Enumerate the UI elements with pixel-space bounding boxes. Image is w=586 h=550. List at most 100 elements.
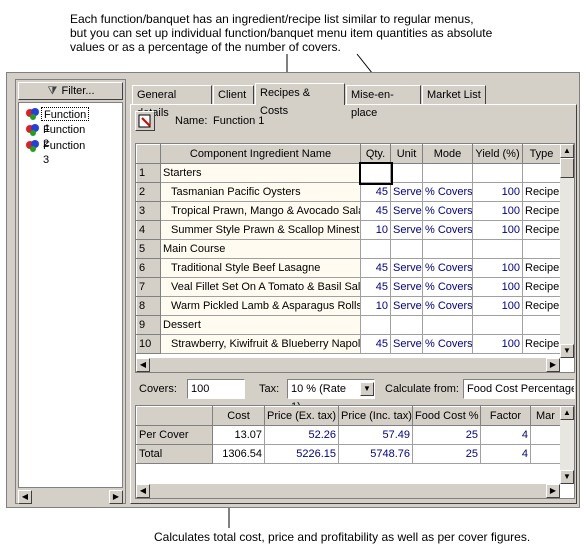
- ingredient-row[interactable]: 7 Veal Fillet Set On A Tomato & Basil Sal…: [136, 277, 561, 297]
- food-cost-cell[interactable]: 25: [412, 425, 481, 445]
- calculate-from-select[interactable]: Food Cost Percentage: [463, 379, 575, 399]
- unit-cell[interactable]: Serve: [390, 182, 423, 202]
- costs-horizontal-scrollbar[interactable]: ◀ ▶: [136, 484, 560, 498]
- yield-cell[interactable]: [472, 163, 523, 183]
- price-inc-tax-cell[interactable]: 57.49: [338, 425, 413, 445]
- col-header-margin[interactable]: Mar: [530, 406, 561, 426]
- scroll-down-icon[interactable]: ▼: [560, 470, 574, 484]
- scroll-left-icon[interactable]: ◀: [18, 490, 32, 504]
- ingredient-row[interactable]: 8 Warm Pickled Lamb & Asparagus Rolls 10 Se…: [136, 296, 561, 316]
- mode-cell[interactable]: % Covers: [422, 182, 473, 202]
- tab-market-list[interactable]: Market List: [422, 85, 486, 105]
- qty-cell[interactable]: 10: [360, 220, 391, 240]
- col-header-yield[interactable]: Yield (%): [472, 144, 523, 164]
- yield-cell[interactable]: 100: [472, 182, 523, 202]
- ingredient-grid[interactable]: Component Ingredient Name Qty. Unit Mode…: [135, 143, 575, 373]
- type-cell[interactable]: Recipe: [522, 258, 561, 278]
- price-inc-tax-cell[interactable]: 5748.76: [338, 444, 413, 464]
- unit-cell[interactable]: Serve: [390, 220, 423, 240]
- mode-cell[interactable]: [422, 163, 473, 183]
- ingredient-name-cell[interactable]: Main Course: [160, 239, 361, 259]
- ingredient-row[interactable]: 2 Tasmanian Pacific Oysters 45 Serve% Cover…: [136, 182, 561, 202]
- price-ex-tax-cell[interactable]: 52.26: [264, 425, 339, 445]
- ingredient-row[interactable]: 6 Traditional Style Beef Lasagne 45 Serve% …: [136, 258, 561, 278]
- grid-vertical-scrollbar[interactable]: ▲ ▼: [560, 144, 574, 358]
- ingredient-name-cell[interactable]: Tasmanian Pacific Oysters: [160, 182, 361, 202]
- ingredient-name-cell[interactable]: Strawberry, Kiwifruit & Blueberry Napole…: [160, 334, 361, 354]
- ingredient-name-cell[interactable]: Dessert: [160, 315, 361, 335]
- type-cell[interactable]: [522, 163, 561, 183]
- yield-cell[interactable]: 100: [472, 201, 523, 221]
- type-cell[interactable]: [522, 315, 561, 335]
- ingredient-name-cell[interactable]: Warm Pickled Lamb & Asparagus Rolls: [160, 296, 361, 316]
- tax-select[interactable]: 10 % (Rate 1) ▼: [287, 379, 375, 413]
- ingredient-row[interactable]: 10 Strawberry, Kiwifruit & Blueberry Napo…: [136, 334, 561, 354]
- yield-cell[interactable]: 100: [472, 334, 523, 354]
- yield-cell[interactable]: [472, 315, 523, 335]
- margin-cell[interactable]: [530, 425, 561, 445]
- type-cell[interactable]: Recipe: [522, 201, 561, 221]
- unit-cell[interactable]: [390, 315, 423, 335]
- col-header-price-inc-tax[interactable]: Price (Inc. tax): [338, 406, 413, 426]
- dropdown-arrow-icon[interactable]: ▼: [360, 382, 374, 396]
- ingredient-name-cell[interactable]: Tropical Prawn, Mango & Avocado Sala: [160, 201, 361, 221]
- unit-cell[interactable]: Serve: [390, 201, 423, 221]
- left-horizontal-scrollbar[interactable]: ◀ ▶: [18, 490, 123, 504]
- unit-cell[interactable]: Serve: [390, 296, 423, 316]
- mode-cell[interactable]: % Covers: [422, 258, 473, 278]
- mode-cell[interactable]: % Covers: [422, 334, 473, 354]
- tree-item-function-1[interactable]: Function 1: [41, 107, 90, 135]
- qty-cell[interactable]: 45: [360, 201, 391, 221]
- costs-vertical-scrollbar[interactable]: ▲ ▼: [560, 406, 574, 484]
- yield-cell[interactable]: 100: [472, 277, 523, 297]
- unit-cell[interactable]: Serve: [390, 277, 423, 297]
- yield-cell[interactable]: [472, 239, 523, 259]
- qty-cell[interactable]: 45: [360, 334, 391, 354]
- mode-cell[interactable]: % Covers: [422, 296, 473, 316]
- col-header-mode[interactable]: Mode: [422, 144, 473, 164]
- type-cell[interactable]: Recipe: [522, 334, 561, 354]
- qty-cell[interactable]: [360, 239, 391, 259]
- type-cell[interactable]: Recipe: [522, 296, 561, 316]
- mode-cell[interactable]: % Covers: [422, 201, 473, 221]
- factor-cell[interactable]: 4: [480, 444, 531, 464]
- unit-cell[interactable]: [390, 163, 423, 183]
- mode-cell[interactable]: [422, 315, 473, 335]
- costs-grid[interactable]: Cost Price (Ex. tax) Price (Inc. tax) Fo…: [135, 405, 575, 499]
- factor-cell[interactable]: 4: [480, 425, 531, 445]
- tab-client[interactable]: Client: [213, 85, 254, 105]
- ingredient-row[interactable]: 5 Main Course: [136, 239, 561, 259]
- scroll-right-icon[interactable]: ▶: [109, 490, 123, 504]
- scroll-up-icon[interactable]: ▲: [560, 144, 574, 158]
- margin-cell[interactable]: [530, 444, 561, 464]
- grid-horizontal-scrollbar[interactable]: ◀ ▶: [136, 358, 560, 372]
- unit-cell[interactable]: Serve: [390, 258, 423, 278]
- col-header-food-cost[interactable]: Food Cost %: [412, 406, 481, 426]
- tree-item-function-2[interactable]: Function 2: [41, 123, 87, 150]
- col-header-cost[interactable]: Cost: [212, 406, 265, 426]
- cost-cell[interactable]: 13.07: [212, 425, 265, 445]
- filter-button[interactable]: ⧩ Filter...: [18, 82, 123, 100]
- col-header-unit[interactable]: Unit: [390, 144, 423, 164]
- ingredient-name-cell[interactable]: Starters: [160, 163, 361, 183]
- qty-cell[interactable]: 45: [360, 277, 391, 297]
- yield-cell[interactable]: 100: [472, 258, 523, 278]
- qty-cell[interactable]: 10: [360, 296, 391, 316]
- yield-cell[interactable]: 100: [472, 296, 523, 316]
- yield-cell[interactable]: 100: [472, 220, 523, 240]
- costs-row-total[interactable]: Total 1306.54 5226.15 5748.76 25 4: [136, 444, 561, 464]
- ingredient-row[interactable]: 3 Tropical Prawn, Mango & Avocado Sala 45 S…: [136, 201, 561, 221]
- ingredient-row[interactable]: 1 Starters: [136, 161, 561, 185]
- col-header-price-ex-tax[interactable]: Price (Ex. tax): [264, 406, 339, 426]
- tab-general-details[interactable]: General details: [132, 85, 212, 119]
- col-header-factor[interactable]: Factor: [480, 406, 531, 426]
- type-cell[interactable]: Recipe: [522, 182, 561, 202]
- scroll-left-icon[interactable]: ◀: [136, 358, 150, 372]
- type-cell[interactable]: Recipe: [522, 277, 561, 297]
- col-header-type[interactable]: Type: [522, 144, 561, 164]
- qty-cell[interactable]: 45: [360, 182, 391, 202]
- scroll-right-icon[interactable]: ▶: [546, 484, 560, 498]
- col-header-qty[interactable]: Qty.: [360, 144, 391, 164]
- covers-input[interactable]: 100: [187, 379, 245, 399]
- mode-cell[interactable]: [422, 239, 473, 259]
